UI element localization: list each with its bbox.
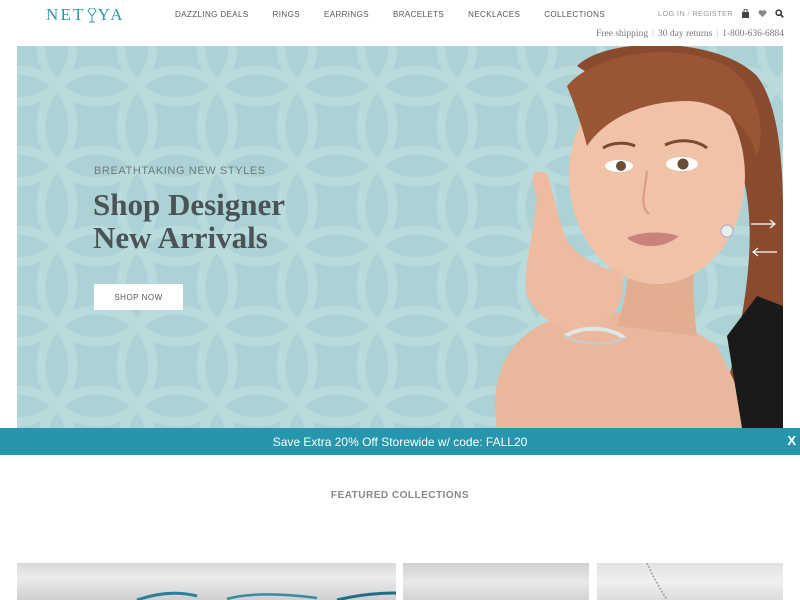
free-shipping-text: Free shipping — [596, 29, 649, 39]
promo-banner: Save Extra 20% Off Storewide w/ code: FA… — [0, 428, 800, 455]
nav-item-earrings[interactable]: EARRINGS — [312, 10, 381, 19]
hero-title: Shop Designer New Arrivals — [93, 188, 353, 254]
model-photo — [495, 46, 783, 428]
site-header: NET YA DAZZLING DEALS RINGS EARRINGS BRA… — [0, 0, 800, 46]
info-bar: Free shipping | 30 day returns | 1-800-6… — [596, 29, 784, 39]
hero-title-line1: Shop Designer — [93, 187, 286, 222]
bag-icon[interactable] — [741, 8, 750, 18]
carousel-next-arrow-icon[interactable] — [751, 216, 777, 229]
shop-now-button[interactable]: SHOP NOW — [94, 284, 183, 310]
promo-text[interactable]: Save Extra 20% Off Storewide w/ code: FA… — [273, 435, 528, 449]
hero-title-line2: New Arrivals — [93, 220, 268, 255]
heart-icon[interactable] — [758, 9, 767, 18]
nav-item-rings[interactable]: RINGS — [261, 10, 312, 19]
carousel-prev-arrow-icon[interactable] — [751, 244, 777, 257]
promo-close-button[interactable]: X — [787, 433, 796, 448]
info-separator: | — [716, 29, 719, 39]
nav-item-collections[interactable]: COLLECTIONS — [532, 10, 617, 19]
returns-text: 30 day returns — [657, 29, 713, 39]
search-icon[interactable] — [775, 9, 784, 18]
chain-image — [646, 563, 668, 600]
hero-eyebrow: BREATHTAKING NEW STYLES — [94, 165, 266, 177]
info-separator: | — [652, 29, 654, 39]
utility-links: LOG IN / REGISTER — [658, 8, 784, 18]
login-link[interactable]: LOG IN — [658, 9, 685, 18]
hero-banner: BREATHTAKING NEW STYLES Shop Designer Ne… — [17, 46, 783, 428]
register-link[interactable]: REGISTER — [692, 9, 733, 18]
nav-item-bracelets[interactable]: BRACELETS — [381, 10, 456, 19]
utility-separator: / — [687, 9, 690, 18]
main-nav: DAZZLING DEALS RINGS EARRINGS BRACELETS … — [163, 10, 617, 19]
logo-text-right: YA — [97, 5, 125, 24]
featured-collection-tile[interactable] — [597, 563, 783, 600]
netaya-logo[interactable]: NET YA — [46, 5, 125, 25]
diamond-logo-icon — [87, 7, 97, 23]
featured-collection-tile[interactable] — [17, 563, 396, 600]
phone-number[interactable]: 1-800-636-6884 — [722, 29, 784, 39]
logo-text-left: NET — [46, 5, 86, 24]
featured-collection-tile[interactable] — [403, 563, 589, 600]
featured-collections-heading: FEATURED COLLECTIONS — [330, 490, 470, 501]
nav-item-necklaces[interactable]: NECKLACES — [456, 10, 532, 19]
necklace-image — [136, 591, 396, 600]
nav-item-dazzling-deals[interactable]: DAZZLING DEALS — [163, 10, 261, 19]
